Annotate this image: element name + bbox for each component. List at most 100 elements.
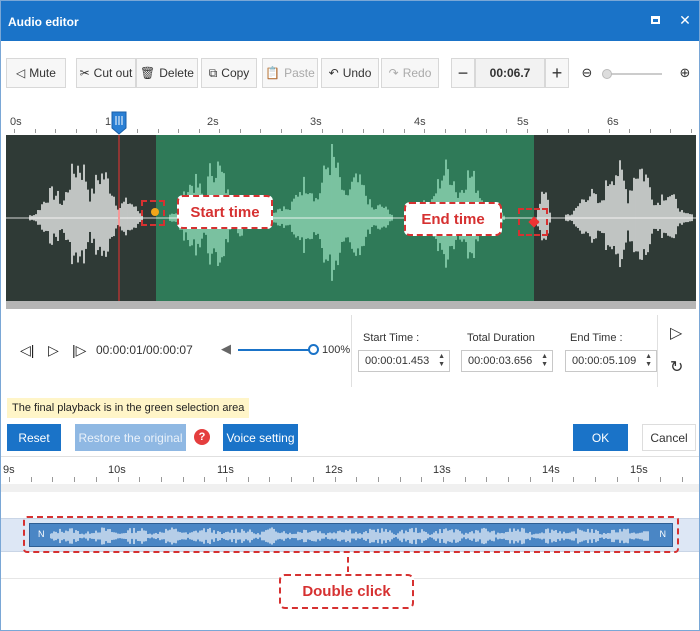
playhead-handle[interactable] bbox=[111, 111, 127, 135]
ruler-minor-tick bbox=[383, 129, 384, 133]
ruler-minor-tick bbox=[588, 129, 589, 133]
play-button[interactable]: ▷ bbox=[48, 342, 59, 359]
waveform-view[interactable]: Start time End time bbox=[6, 135, 696, 301]
timeline-minor-tick bbox=[660, 477, 661, 482]
zoom-in-button[interactable]: ⊕ bbox=[673, 58, 697, 88]
timeline-minor-tick bbox=[616, 477, 618, 482]
previous-frame-button[interactable]: ◁| bbox=[20, 342, 34, 359]
cancel-button[interactable]: Cancel bbox=[642, 424, 696, 451]
redo-button[interactable]: ↷ Redo bbox=[381, 58, 439, 88]
spinner-arrows-icon[interactable]: ▲ ▼ bbox=[645, 353, 652, 369]
paste-button[interactable]: 📋 Paste bbox=[262, 58, 318, 88]
next-frame-button[interactable]: |▷ bbox=[72, 342, 86, 359]
ruler-minor-tick bbox=[321, 129, 323, 133]
ruler-minor-tick bbox=[178, 129, 179, 133]
timeline-tick-label: 13s bbox=[433, 464, 451, 476]
timeline-minor-tick bbox=[160, 477, 162, 482]
refresh-button[interactable]: ↻ bbox=[670, 357, 683, 377]
ruler-minor-tick bbox=[301, 129, 302, 133]
timeline-minor-tick bbox=[573, 477, 575, 482]
minus-icon: − bbox=[457, 62, 469, 83]
audio-editor-window: Audio editor ✕ ◁ Mute ✂ Cut out 🗑 Delete… bbox=[0, 0, 700, 631]
time-decrease-button[interactable]: − bbox=[451, 58, 475, 88]
ruler-minor-tick bbox=[567, 129, 569, 133]
maximize-icon bbox=[650, 16, 660, 24]
total-duration-input[interactable]: 00:00:03.656 ▲ ▼ bbox=[461, 350, 553, 372]
ruler-minor-tick bbox=[96, 129, 97, 133]
delete-button[interactable]: 🗑 Delete bbox=[136, 58, 198, 88]
timeline-minor-tick bbox=[421, 477, 423, 482]
ruler-minor-tick bbox=[506, 129, 507, 133]
time-settings-panel: Start Time : 00:00:01.453 ▲ ▼ Total Durat… bbox=[351, 315, 657, 387]
ruler-minor-tick bbox=[424, 129, 425, 133]
timeline-minor-tick bbox=[269, 477, 271, 482]
ok-button[interactable]: OK bbox=[573, 424, 628, 451]
title-bar: Audio editor ✕ bbox=[1, 1, 699, 41]
total-duration-value: 00:00:03.656 bbox=[468, 355, 533, 367]
playback-controls: ◁| ▷ |▷ 00:00:01/00:00:07 ◀ 100% bbox=[6, 315, 351, 387]
reset-button[interactable]: Reset bbox=[7, 424, 61, 451]
voice-setting-button[interactable]: Voice setting bbox=[223, 424, 298, 451]
playback-timecode: 00:00:01/00:00:07 bbox=[96, 343, 193, 357]
zoom-slider-handle[interactable] bbox=[602, 69, 612, 79]
timeline-minor-tick bbox=[9, 477, 10, 482]
zoom-out-button[interactable]: ⊖ bbox=[575, 58, 599, 88]
start-time-input[interactable]: 00:00:01.453 ▲ ▼ bbox=[358, 350, 450, 372]
cut-out-button[interactable]: ✂ Cut out bbox=[76, 58, 136, 88]
timeline-minor-tick bbox=[139, 477, 141, 482]
start-time-handle[interactable] bbox=[151, 208, 159, 216]
step-back-icon: ◁| bbox=[20, 342, 35, 358]
ruler-tick-label: 6s bbox=[607, 116, 619, 128]
playback-notice: The final playback is in the green selec… bbox=[7, 398, 250, 418]
timeline-tick-label: 12s bbox=[325, 464, 343, 476]
start-time-value: 00:00:01.453 bbox=[365, 355, 430, 367]
paste-icon: 📋 bbox=[265, 66, 281, 80]
timeline-ruler: 9s 10s 11s 12s 13s 14s 15s bbox=[1, 456, 699, 482]
waveform-scrollbar[interactable] bbox=[6, 301, 696, 309]
close-button[interactable]: ✕ bbox=[677, 12, 693, 28]
zoom-slider[interactable] bbox=[602, 69, 662, 79]
spinner-arrows-icon[interactable]: ▲ ▼ bbox=[541, 353, 548, 369]
timeline-tick-label: 10s bbox=[108, 464, 126, 476]
ruler-minor-tick bbox=[649, 129, 651, 133]
ruler-minor-tick bbox=[280, 129, 282, 133]
preview-play-button[interactable]: ▷ bbox=[670, 323, 682, 343]
timeline-minor-tick bbox=[443, 477, 444, 482]
end-time-value: 00:00:05.109 bbox=[572, 355, 637, 367]
spinner-arrows-icon[interactable]: ▲ ▼ bbox=[438, 353, 445, 369]
ruler-minor-tick bbox=[239, 129, 241, 133]
copy-icon: ⧉ bbox=[208, 66, 218, 80]
ruler-minor-tick bbox=[547, 129, 548, 133]
waveform-graphic bbox=[6, 135, 696, 301]
mute-button[interactable]: ◁ Mute bbox=[6, 58, 66, 88]
current-time-field[interactable]: 00:06.7 bbox=[475, 58, 545, 88]
refresh-icon: ↻ bbox=[670, 359, 684, 376]
clip-highlight bbox=[23, 516, 679, 553]
time-increase-button[interactable]: + bbox=[545, 58, 569, 88]
copy-button[interactable]: ⧉ Copy bbox=[201, 58, 257, 88]
ruler-tick-label: 3s bbox=[310, 116, 322, 128]
end-time-input[interactable]: 00:00:05.109 ▲ ▼ bbox=[565, 350, 657, 372]
timeline-minor-tick bbox=[464, 477, 466, 482]
undo-button[interactable]: ↶ Undo bbox=[321, 58, 379, 88]
timeline-minor-tick bbox=[52, 477, 54, 482]
volume-slider-handle[interactable] bbox=[308, 344, 319, 355]
paste-label: Paste bbox=[284, 66, 315, 80]
timeline-minor-tick bbox=[30, 477, 32, 482]
timeline-minor-tick bbox=[226, 477, 227, 482]
ruler-minor-tick bbox=[157, 129, 159, 133]
volume-slider[interactable] bbox=[238, 349, 312, 351]
ruler-minor-tick bbox=[34, 129, 36, 133]
play-icon: ▷ bbox=[48, 342, 59, 358]
volume-icon[interactable]: ◀ bbox=[221, 341, 231, 357]
timeline-minor-tick bbox=[182, 477, 184, 482]
zoom-out-icon: ⊖ bbox=[581, 65, 593, 80]
timeline-minor-tick bbox=[551, 477, 553, 482]
restore-original-button[interactable]: Restore the original bbox=[75, 424, 186, 451]
ruler-minor-tick bbox=[403, 129, 405, 133]
zoom-in-icon: ⊕ bbox=[679, 65, 691, 80]
maximize-button[interactable] bbox=[647, 12, 663, 28]
help-icon[interactable]: ? bbox=[194, 429, 210, 445]
timeline-minor-tick bbox=[291, 477, 293, 482]
end-time-callout: End time bbox=[404, 202, 502, 236]
